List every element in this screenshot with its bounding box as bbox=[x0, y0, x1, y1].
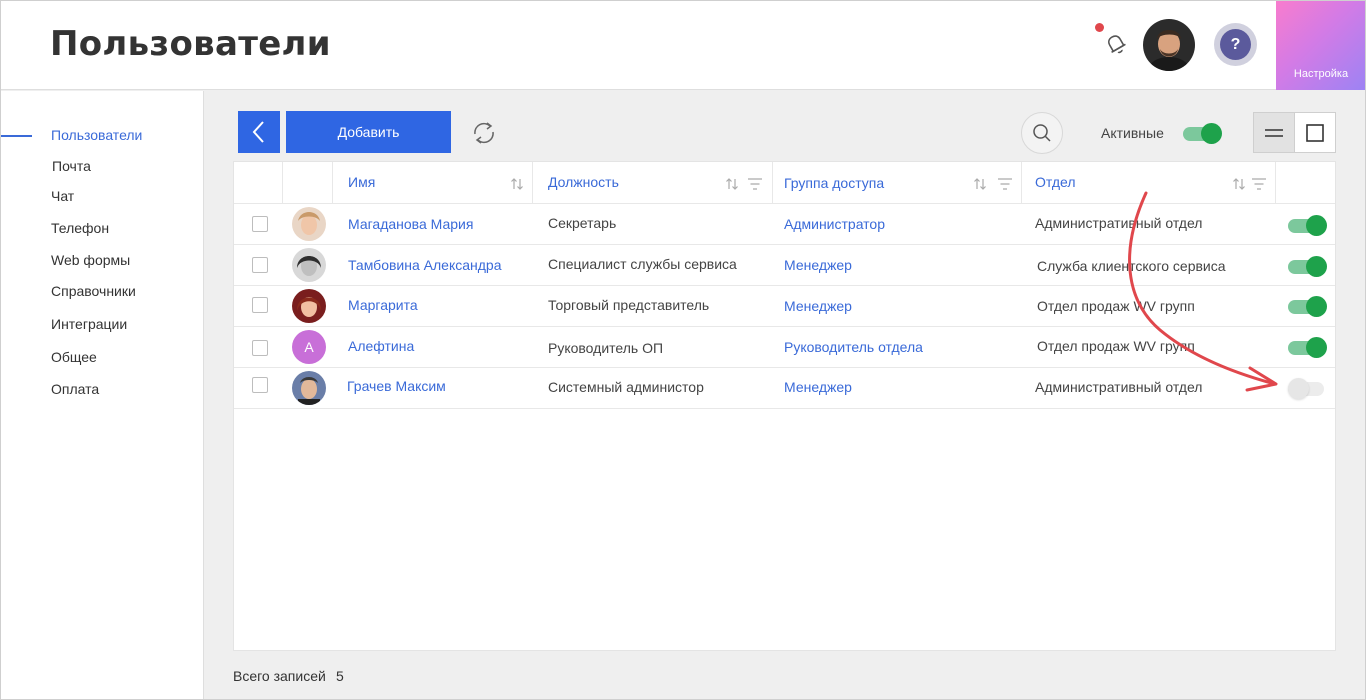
user-name-link[interactable]: Грачев Максим bbox=[347, 378, 446, 394]
sidebar-item-mail[interactable]: Почта bbox=[52, 158, 91, 174]
sort-icon[interactable] bbox=[725, 177, 739, 191]
sort-icon[interactable] bbox=[973, 177, 987, 191]
help-icon: ? bbox=[1220, 29, 1251, 60]
user-active-toggle[interactable] bbox=[1288, 377, 1326, 399]
user-active-toggle[interactable] bbox=[1288, 214, 1327, 236]
user-name-link[interactable]: Алефтина bbox=[348, 338, 414, 354]
user-name-link[interactable]: Маргарита bbox=[348, 297, 418, 313]
sidebar-item-directories[interactable]: Справочники bbox=[51, 283, 136, 299]
sidebar-item-phone[interactable]: Телефон bbox=[51, 220, 109, 236]
avatar bbox=[292, 289, 326, 323]
sidebar-item-users[interactable]: Пользователи bbox=[51, 127, 142, 143]
refresh-icon[interactable] bbox=[470, 119, 498, 147]
sort-icon[interactable] bbox=[1232, 177, 1246, 191]
bell-icon[interactable] bbox=[1100, 28, 1132, 60]
user-department: Служба клиентского сервиса bbox=[1037, 258, 1226, 274]
user-position: Руководитель ОП bbox=[548, 340, 664, 356]
settings-label: Настройка bbox=[1293, 68, 1349, 80]
total-records-label: Всего записей bbox=[233, 668, 326, 684]
avatar bbox=[292, 207, 326, 241]
sidebar-item-payment[interactable]: Оплата bbox=[51, 381, 99, 397]
page-title: Пользователи bbox=[50, 24, 331, 64]
user-department: Отдел продаж WV групп bbox=[1037, 338, 1195, 354]
sidebar-active-indicator bbox=[0, 135, 32, 137]
access-group-link[interactable]: Менеджер bbox=[784, 379, 852, 395]
user-department: Административный отдел bbox=[1035, 379, 1203, 395]
search-button[interactable] bbox=[1021, 112, 1063, 154]
settings-tile[interactable]: Настройка bbox=[1276, 0, 1366, 90]
access-group-link[interactable]: Администратор bbox=[784, 216, 885, 232]
column-header-name[interactable]: Имя bbox=[348, 174, 375, 190]
users-table: Имя Должность Группа доступа Отдел Магад… bbox=[233, 161, 1336, 651]
active-filter-label: Активные bbox=[1101, 125, 1164, 141]
row-checkbox[interactable] bbox=[252, 257, 268, 273]
filter-icon[interactable] bbox=[1251, 177, 1267, 191]
column-header-position[interactable]: Должность bbox=[548, 174, 619, 190]
user-avatar[interactable] bbox=[1143, 19, 1195, 71]
user-name-link[interactable]: Тамбовина Александра bbox=[348, 257, 501, 273]
user-name-link[interactable]: Магаданова Мария bbox=[348, 216, 473, 232]
access-group-link[interactable]: Руководитель отдела bbox=[784, 339, 923, 355]
tile-view-button[interactable] bbox=[1294, 112, 1336, 153]
user-department: Административный отдел bbox=[1035, 215, 1203, 231]
user-position: Секретарь bbox=[548, 215, 617, 231]
chevron-left-icon bbox=[252, 121, 264, 143]
row-checkbox[interactable] bbox=[252, 377, 268, 393]
sidebar-item-general[interactable]: Общее bbox=[51, 349, 97, 365]
user-position: Специалист службы сервиса bbox=[548, 256, 737, 272]
filter-icon[interactable] bbox=[747, 177, 763, 191]
list-view-button[interactable] bbox=[1253, 112, 1295, 153]
filter-icon[interactable] bbox=[997, 177, 1013, 191]
user-position: Системный администор bbox=[548, 379, 704, 395]
access-group-link[interactable]: Менеджер bbox=[784, 298, 852, 314]
avatar-letter: А bbox=[292, 330, 326, 364]
row-checkbox[interactable] bbox=[252, 216, 268, 232]
list-view-icon bbox=[1265, 128, 1283, 137]
search-icon bbox=[1033, 124, 1051, 142]
help-button[interactable]: ? bbox=[1214, 23, 1257, 66]
user-position: Торговый представитель bbox=[548, 297, 710, 313]
active-filter-toggle[interactable] bbox=[1183, 122, 1222, 144]
access-group-link[interactable]: Менеджер bbox=[784, 257, 852, 273]
column-header-group[interactable]: Группа доступа bbox=[784, 175, 884, 191]
user-department: Отдел продаж WV групп bbox=[1037, 298, 1195, 314]
user-active-toggle[interactable] bbox=[1288, 336, 1327, 358]
avatar bbox=[292, 371, 326, 405]
column-header-department[interactable]: Отдел bbox=[1035, 174, 1076, 190]
sidebar-item-integrations[interactable]: Интеграции bbox=[51, 316, 127, 332]
sidebar-item-web-forms[interactable]: Web формы bbox=[51, 252, 130, 268]
user-active-toggle[interactable] bbox=[1288, 255, 1327, 277]
user-active-toggle[interactable] bbox=[1288, 295, 1327, 317]
sidebar bbox=[0, 91, 204, 700]
sort-icon[interactable] bbox=[510, 177, 524, 191]
avatar bbox=[292, 248, 326, 282]
sidebar-item-chat[interactable]: Чат bbox=[51, 188, 74, 204]
add-button[interactable]: Добавить bbox=[286, 111, 451, 153]
row-checkbox[interactable] bbox=[252, 297, 268, 313]
tile-view-icon bbox=[1306, 123, 1324, 142]
total-records-count: 5 bbox=[336, 668, 344, 684]
back-button[interactable] bbox=[238, 111, 280, 153]
row-checkbox[interactable] bbox=[252, 340, 268, 356]
